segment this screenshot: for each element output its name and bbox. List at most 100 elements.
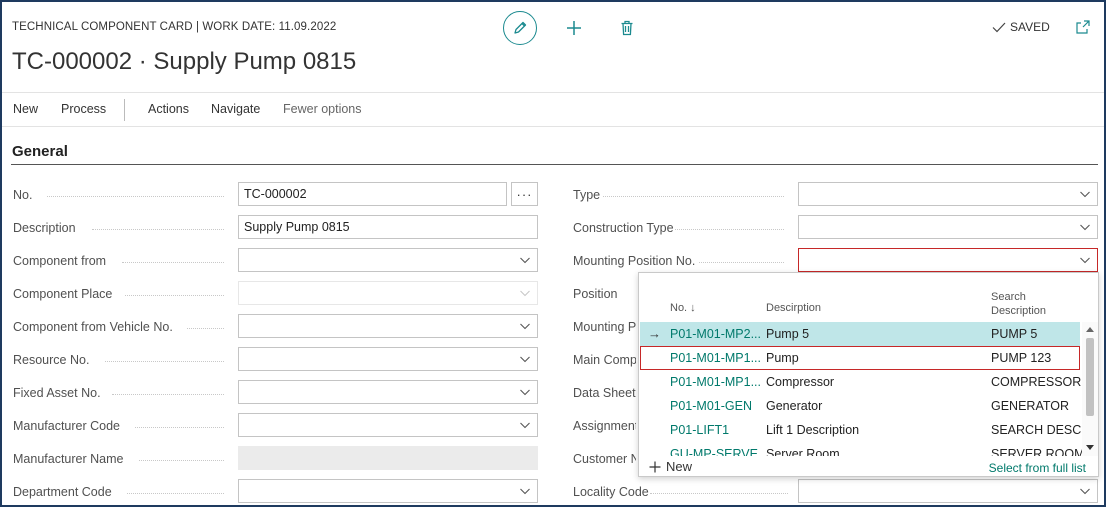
- field-label-fixed-asset-no: Fixed Asset No.: [13, 386, 101, 400]
- lookup-header: No. ↓ Descirption Search Description: [639, 273, 1098, 322]
- chevron-down-icon[interactable]: [1079, 254, 1091, 266]
- description-field[interactable]: Supply Pump 0815: [238, 215, 538, 239]
- field-label-construction-type: Construction Type: [573, 221, 674, 235]
- column-header-description[interactable]: Descirption: [766, 302, 821, 315]
- construction-type-field[interactable]: [798, 215, 1098, 239]
- section-title-general[interactable]: General: [12, 143, 68, 160]
- lookup-row-search-description: SEARCH DESC...: [991, 423, 1083, 437]
- lookup-new-button[interactable]: New: [649, 459, 692, 474]
- scrollbar-thumb[interactable]: [1086, 338, 1094, 416]
- scroll-down-icon[interactable]: [1085, 444, 1095, 452]
- column-header-search-line2[interactable]: Description: [991, 305, 1046, 318]
- field-label-assignment: Assignment: [573, 419, 636, 433]
- field-label-manufacturer-name: Manufacturer Name: [13, 452, 124, 466]
- lookup-footer: New Select from full list: [639, 456, 1098, 476]
- chevron-down-icon[interactable]: [519, 287, 531, 299]
- divider: [2, 92, 1104, 93]
- action-bar: New Process Actions Navigate Fewer optio…: [2, 95, 1104, 125]
- lookup-row-no[interactable]: P01-M01-MP1...: [670, 375, 762, 389]
- fixed-asset-no-field[interactable]: [238, 380, 538, 404]
- column-header-search-line1[interactable]: Search: [991, 291, 1026, 304]
- lookup-row[interactable]: P01-LIFT1 Lift 1 Description SEARCH DESC..…: [640, 418, 1083, 442]
- action-new[interactable]: New: [13, 102, 38, 116]
- action-process[interactable]: Process: [61, 102, 106, 116]
- chevron-down-icon[interactable]: [519, 254, 531, 266]
- lookup-row-no[interactable]: P01-LIFT1: [670, 423, 762, 437]
- select-from-full-list-link[interactable]: Select from full list: [989, 461, 1086, 475]
- resource-no-field[interactable]: [238, 347, 538, 371]
- open-in-new-window-button[interactable]: [1074, 18, 1092, 36]
- type-field[interactable]: [798, 182, 1098, 206]
- field-label-description: Description: [13, 221, 76, 235]
- lookup-row-description: Pump 5: [766, 327, 810, 341]
- lookup-scrollbar[interactable]: [1082, 322, 1098, 456]
- field-label-department-code: Department Code: [13, 485, 112, 499]
- chevron-down-icon[interactable]: [1079, 485, 1091, 497]
- page-title: TC-000002 · Supply Pump 0815: [12, 48, 357, 75]
- scroll-up-icon[interactable]: [1085, 325, 1095, 333]
- no-field[interactable]: TC-000002: [238, 182, 507, 206]
- lookup-row-no[interactable]: P01-M01-GEN: [670, 399, 762, 413]
- action-actions[interactable]: Actions: [148, 102, 189, 116]
- chevron-down-icon[interactable]: [1079, 188, 1091, 200]
- field-label-component-from: Component from: [13, 254, 107, 268]
- add-button[interactable]: [563, 16, 585, 40]
- field-leader: [139, 460, 224, 461]
- field-label-mounting-p: Mounting P: [573, 320, 636, 334]
- action-separator: [124, 99, 125, 121]
- lookup-row[interactable]: P01-M01-MP1... Pump PUMP 123: [640, 346, 1080, 370]
- field-leader: [699, 262, 784, 263]
- field-leader: [127, 493, 224, 494]
- trash-icon: [621, 20, 633, 36]
- field-label-component-from-vehicle-no: Component from Vehicle No.: [13, 320, 173, 334]
- plus-icon: [567, 21, 581, 35]
- action-fewer-options[interactable]: Fewer options: [283, 102, 362, 116]
- lookup-row[interactable]: P01-M01-MP1... Compressor COMPRESSOR: [640, 370, 1082, 394]
- edit-button[interactable]: [503, 11, 537, 45]
- plus-icon: [649, 461, 661, 472]
- component-from-field[interactable]: [238, 248, 538, 272]
- field-leader: [47, 196, 224, 197]
- field-label-data-sheet-t: Data Sheet T: [573, 386, 636, 400]
- lookup-row-search-description: PUMP 123: [991, 351, 1052, 365]
- field-label-type: Type: [573, 188, 601, 202]
- field-leader: [135, 427, 224, 428]
- column-header-no[interactable]: No. ↓: [670, 302, 696, 315]
- popout-icon: [1076, 20, 1090, 34]
- manufacturer-code-field[interactable]: [238, 413, 538, 437]
- delete-button[interactable]: [616, 16, 638, 40]
- page-caption: TECHNICAL COMPONENT CARD | WORK DATE: 11…: [12, 21, 337, 33]
- action-navigate[interactable]: Navigate: [211, 102, 260, 116]
- field-label-resource-no: Resource No.: [13, 353, 90, 367]
- component-from-vehicle-no-field[interactable]: [238, 314, 538, 338]
- chevron-down-icon[interactable]: [519, 353, 531, 365]
- lookup-row-search-description: PUMP 5: [991, 327, 1038, 341]
- component-place-field: [238, 281, 538, 305]
- lookup-row[interactable]: → P01-M01-MP2... Pump 5 PUMP 5: [640, 322, 1080, 346]
- mounting-position-no-field[interactable]: [798, 248, 1098, 272]
- department-code-field[interactable]: [238, 479, 538, 503]
- chevron-down-icon[interactable]: [519, 419, 531, 431]
- lookup-row-no[interactable]: P01-M01-MP2...: [670, 327, 762, 341]
- field-leader: [675, 229, 784, 230]
- field-label-main-comp: Main Comp: [573, 353, 636, 367]
- chevron-down-icon[interactable]: [519, 485, 531, 497]
- lookup-row[interactable]: P01-M01-GEN Generator GENERATOR: [640, 394, 1080, 418]
- field-leader: [125, 295, 224, 296]
- locality-code-field[interactable]: [798, 479, 1098, 503]
- lookup-row-description: Generator: [766, 399, 823, 413]
- saved-label: SAVED: [1010, 20, 1050, 34]
- chevron-down-icon[interactable]: [519, 386, 531, 398]
- lookup-row-search-description: COMPRESSOR: [991, 375, 1082, 389]
- chevron-down-icon[interactable]: [1079, 221, 1091, 233]
- no-assist-edit-button[interactable]: ···: [511, 182, 538, 206]
- arrow-right-icon: →: [648, 326, 661, 341]
- no-value: TC-000002: [244, 187, 307, 201]
- lookup-row-no[interactable]: P01-M01-MP1...: [670, 351, 762, 365]
- technical-component-card: TECHNICAL COMPONENT CARD | WORK DATE: 11…: [0, 0, 1106, 507]
- field-leader: [105, 361, 224, 362]
- edit-icon: [514, 21, 527, 34]
- description-value: Supply Pump 0815: [244, 220, 350, 234]
- lookup-new-label: New: [666, 459, 693, 474]
- chevron-down-icon[interactable]: [519, 320, 531, 332]
